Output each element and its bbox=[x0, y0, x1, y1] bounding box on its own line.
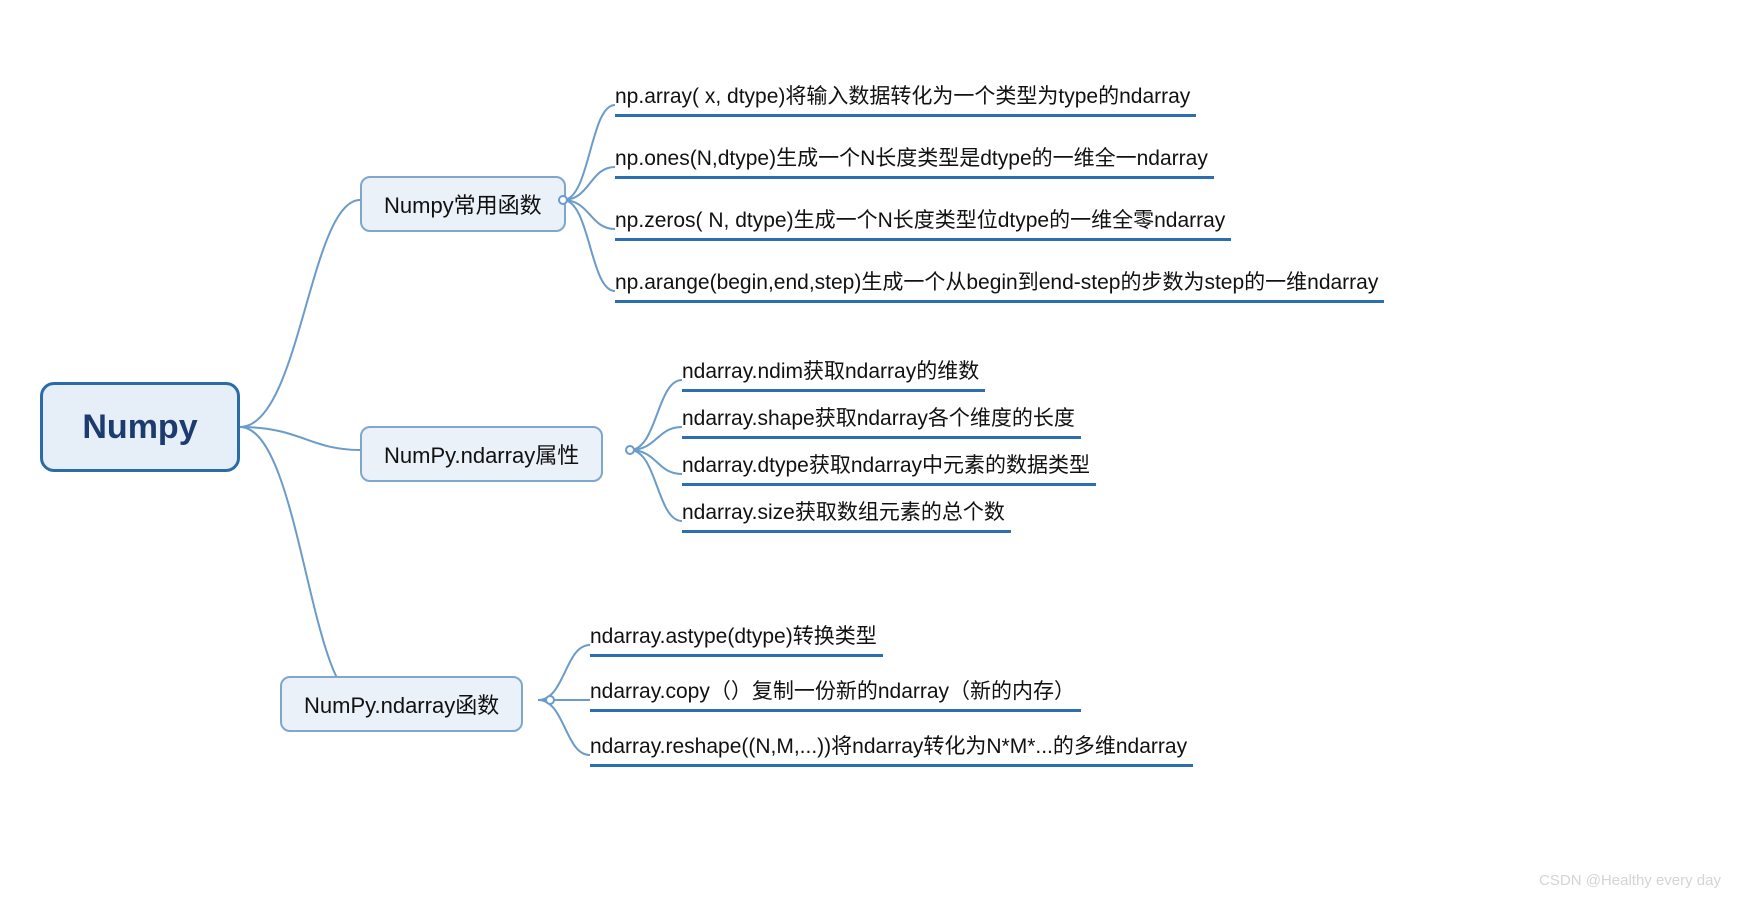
leaf-np-arange: np.arange(begin,end,step)生成一个从begin到end-… bbox=[615, 264, 1384, 303]
leaf-ndarray-shape: ndarray.shape获取ndarray各个维度的长度 bbox=[682, 400, 1081, 439]
leaf-ndarray-copy: ndarray.copy（）复制一份新的ndarray（新的内存） bbox=[590, 673, 1081, 712]
leaf-ndarray-astype: ndarray.astype(dtype)转换类型 bbox=[590, 618, 883, 657]
branch-attributes[interactable]: NumPy.ndarray属性 bbox=[360, 426, 603, 482]
leaf-ndarray-size: ndarray.size获取数组元素的总个数 bbox=[682, 494, 1011, 533]
leaf-np-zeros: np.zeros( N, dtype)生成一个N长度类型位dtype的一维全零n… bbox=[615, 202, 1231, 241]
branch-label: NumPy.ndarray函数 bbox=[304, 693, 499, 718]
branch-port-icon bbox=[545, 695, 555, 705]
branch-methods[interactable]: NumPy.ndarray函数 bbox=[280, 676, 523, 732]
branch-functions[interactable]: Numpy常用函数 bbox=[360, 176, 566, 232]
watermark: CSDN @Healthy every day bbox=[1539, 872, 1721, 889]
leaf-np-array: np.array( x, dtype)将输入数据转化为一个类型为type的nda… bbox=[615, 78, 1196, 117]
root-label: Numpy bbox=[82, 408, 197, 447]
branch-label: NumPy.ndarray属性 bbox=[384, 443, 579, 468]
leaf-np-ones: np.ones(N,dtype)生成一个N长度类型是dtype的一维全一ndar… bbox=[615, 140, 1214, 179]
leaf-ndarray-dtype: ndarray.dtype获取ndarray中元素的数据类型 bbox=[682, 447, 1096, 486]
leaf-ndarray-reshape: ndarray.reshape((N,M,...))将ndarray转化为N*M… bbox=[590, 728, 1193, 767]
branch-port-icon bbox=[558, 195, 568, 205]
branch-port-icon bbox=[625, 445, 635, 455]
leaf-ndarray-ndim: ndarray.ndim获取ndarray的维数 bbox=[682, 353, 985, 392]
branch-label: Numpy常用函数 bbox=[384, 193, 542, 218]
root-node[interactable]: Numpy bbox=[40, 382, 240, 472]
